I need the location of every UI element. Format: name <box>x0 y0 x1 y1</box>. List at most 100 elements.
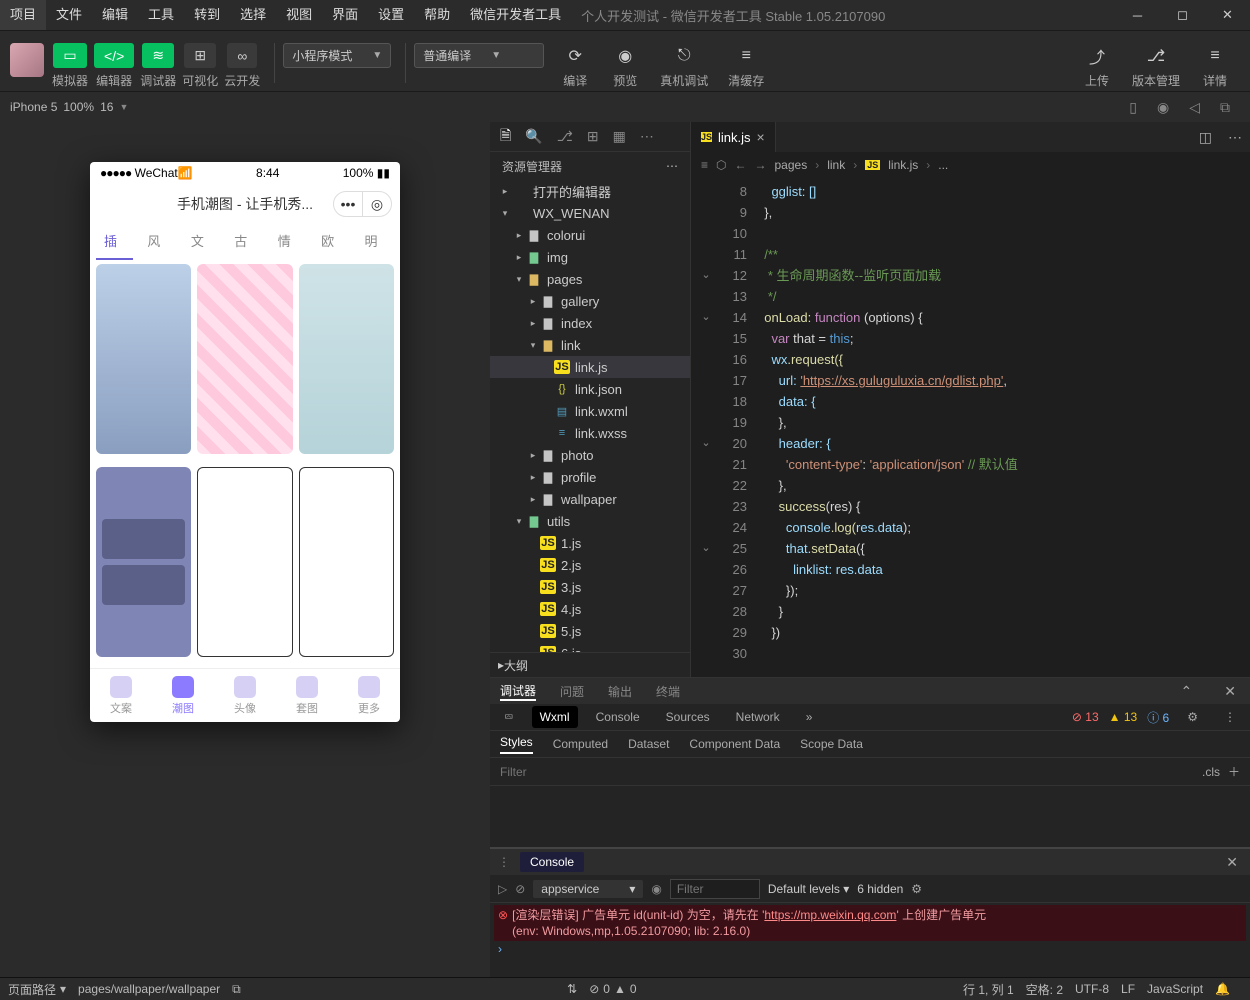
menu-帮助[interactable]: 帮助 <box>414 0 460 30</box>
detail-button[interactable]: ≡ <box>1200 43 1230 68</box>
wallpaper-card[interactable] <box>299 467 394 657</box>
tree-item-4.js[interactable]: JS4.js <box>490 598 690 620</box>
inspect-element-icon[interactable]: ⮹ <box>496 706 522 729</box>
realdev-button[interactable]: ⎋ <box>669 43 699 68</box>
phone-tab[interactable]: 欧美 <box>313 224 350 260</box>
wallpaper-card[interactable] <box>299 264 394 454</box>
cursor-pos[interactable]: 行 1, 列 1 <box>963 981 1014 998</box>
style-filter-input[interactable] <box>500 765 1202 779</box>
tree-item-photo[interactable]: ▸▇photo <box>490 444 690 466</box>
problem-count[interactable]: ⊘ 0 ▲ 0 <box>589 982 636 996</box>
error-badge[interactable]: ⊘ 13 <box>1072 710 1099 724</box>
tab-problems[interactable]: 问题 <box>560 683 584 700</box>
phone-tab[interactable]: 情侣 <box>270 224 307 260</box>
nav-item[interactable]: 头像 <box>234 676 256 716</box>
info-badge[interactable]: ⓘ 6 <box>1147 709 1169 726</box>
menu-转到[interactable]: 转到 <box>184 0 230 30</box>
nav-item[interactable]: 更多 <box>358 676 380 716</box>
devtool-settings-icon[interactable]: ⚙ <box>1179 706 1206 728</box>
outline-header[interactable]: ▸ 大纲 <box>490 653 690 677</box>
code-area[interactable]: ⌄⌄⌄⌄ 89101112131415161718192021222324252… <box>691 178 1250 677</box>
tab-output[interactable]: 输出 <box>608 683 632 700</box>
cls-toggle[interactable]: .cls <box>1202 765 1220 779</box>
device-phone-icon[interactable]: ▯ <box>1129 99 1137 116</box>
lang-mode[interactable]: JavaScript <box>1147 982 1203 996</box>
menu-工具[interactable]: 工具 <box>138 0 184 30</box>
device-name[interactable]: iPhone 5 <box>10 100 57 114</box>
console-collapse-icon[interactable]: ⋮ <box>498 855 510 869</box>
device-font[interactable]: 16 <box>100 100 113 114</box>
tree-item-WX_WENAN[interactable]: ▾WX_WENAN <box>490 202 690 224</box>
phone-tab[interactable]: 插画 <box>96 224 133 260</box>
tree-item-1.js[interactable]: JS1.js <box>490 532 690 554</box>
menu-文件[interactable]: 文件 <box>46 0 92 30</box>
menu-界面[interactable]: 界面 <box>322 0 368 30</box>
device-record-icon[interactable]: ◉ <box>1157 99 1169 116</box>
tree-item-link[interactable]: ▾▇link <box>490 334 690 356</box>
version-button[interactable]: ⎇ <box>1141 43 1171 68</box>
console-back-icon[interactable]: ▷ <box>498 882 507 896</box>
explorer-search-icon[interactable]: 🔍 <box>525 128 542 145</box>
devtool-more[interactable]: » <box>798 706 821 728</box>
panel-collapse-icon[interactable]: ⌃ <box>1177 683 1197 700</box>
compdata-tab[interactable]: Component Data <box>689 737 780 751</box>
page-route-value[interactable]: pages/wallpaper/wallpaper <box>78 982 220 996</box>
tree-item-link.wxss[interactable]: ≡link.wxss <box>490 422 690 444</box>
editor-more-icon[interactable]: ⋯ <box>1220 129 1250 146</box>
copy-route-icon[interactable]: ⧉ <box>232 982 241 997</box>
eol-info[interactable]: LF <box>1121 982 1135 996</box>
console-settings-icon[interactable]: ⚙ <box>911 882 922 896</box>
notification-icon[interactable]: 🔔 <box>1215 982 1230 996</box>
wallpaper-card[interactable] <box>197 467 292 657</box>
explorer-ext-icon[interactable]: ⊞ <box>587 128 599 145</box>
explorer-more-button[interactable]: ⋯ <box>666 159 678 173</box>
panel-close-icon[interactable]: ✕ <box>1220 683 1240 700</box>
clear-cache-button[interactable]: ≡ <box>731 43 761 68</box>
tree-item-gallery[interactable]: ▸▇gallery <box>490 290 690 312</box>
mode-dropdown[interactable]: 小程序模式▼ <box>283 43 391 68</box>
context-select[interactable]: appservice▾ <box>533 880 643 898</box>
explorer-more-icon[interactable]: ⋯ <box>640 128 654 145</box>
minimize-button[interactable]: ─ <box>1115 0 1160 30</box>
breadcrumb-bookmark-icon[interactable]: ⬡ <box>716 158 726 172</box>
styles-tab[interactable]: Styles <box>500 735 533 754</box>
scroll-toggle-icon[interactable]: ⇅ <box>567 982 577 996</box>
explorer-files-icon[interactable]: 🗎 <box>500 125 511 149</box>
upload-button[interactable]: ⤴ <box>1082 43 1112 68</box>
tree-item-pages[interactable]: ▾▇pages <box>490 268 690 290</box>
devtool-wxml[interactable]: Wxml <box>532 706 578 728</box>
phone-tab[interactable]: 明星 <box>357 224 394 260</box>
page-route-label[interactable]: 页面路径 ▾ <box>8 981 66 998</box>
console-error-link[interactable]: https://mp.weixin.qq.com <box>764 908 896 922</box>
add-style-icon[interactable]: ＋ <box>1228 763 1240 780</box>
explorer-db-icon[interactable]: ▦ <box>613 128 626 145</box>
warn-badge[interactable]: ▲ 13 <box>1109 710 1138 724</box>
console-clear-icon[interactable]: ⊘ <box>515 882 525 896</box>
breadcrumb-toggle-icon[interactable]: ≡ <box>701 158 708 172</box>
tree-item-3.js[interactable]: JS3.js <box>490 576 690 598</box>
indent-info[interactable]: 空格: 2 <box>1026 981 1063 998</box>
phone-menu-button[interactable]: ••• <box>333 191 363 217</box>
console-filter-input[interactable] <box>670 879 760 899</box>
breadcrumb-fwd-icon[interactable]: → <box>755 158 767 172</box>
computed-tab[interactable]: Computed <box>553 737 608 751</box>
device-zoom[interactable]: 100% <box>63 100 94 114</box>
eye-icon[interactable]: ◉ <box>651 882 661 896</box>
phone-tab[interactable]: 文字 <box>183 224 220 260</box>
menu-项目[interactable]: 项目 <box>0 0 46 30</box>
tree-item-6.js[interactable]: JS6.js <box>490 642 690 652</box>
tree-item-link.wxml[interactable]: ▤link.wxml <box>490 400 690 422</box>
nav-item[interactable]: 潮图 <box>172 676 194 716</box>
devtool-sources[interactable]: Sources <box>658 706 718 728</box>
breadcrumb-back-icon[interactable]: ← <box>735 158 747 172</box>
menu-编辑[interactable]: 编辑 <box>92 0 138 30</box>
hidden-count[interactable]: 6 hidden <box>857 882 903 896</box>
tree-item-5.js[interactable]: JS5.js <box>490 620 690 642</box>
devtool-console[interactable]: Console <box>588 706 648 728</box>
menu-视图[interactable]: 视图 <box>276 0 322 30</box>
simulator-toggle[interactable]: ▭ <box>53 43 86 68</box>
menu-微信开发者工具[interactable]: 微信开发者工具 <box>460 0 571 30</box>
preview-button[interactable]: ◉ <box>610 43 640 68</box>
avatar[interactable] <box>10 43 44 77</box>
tree-item-img[interactable]: ▸▇img <box>490 246 690 268</box>
